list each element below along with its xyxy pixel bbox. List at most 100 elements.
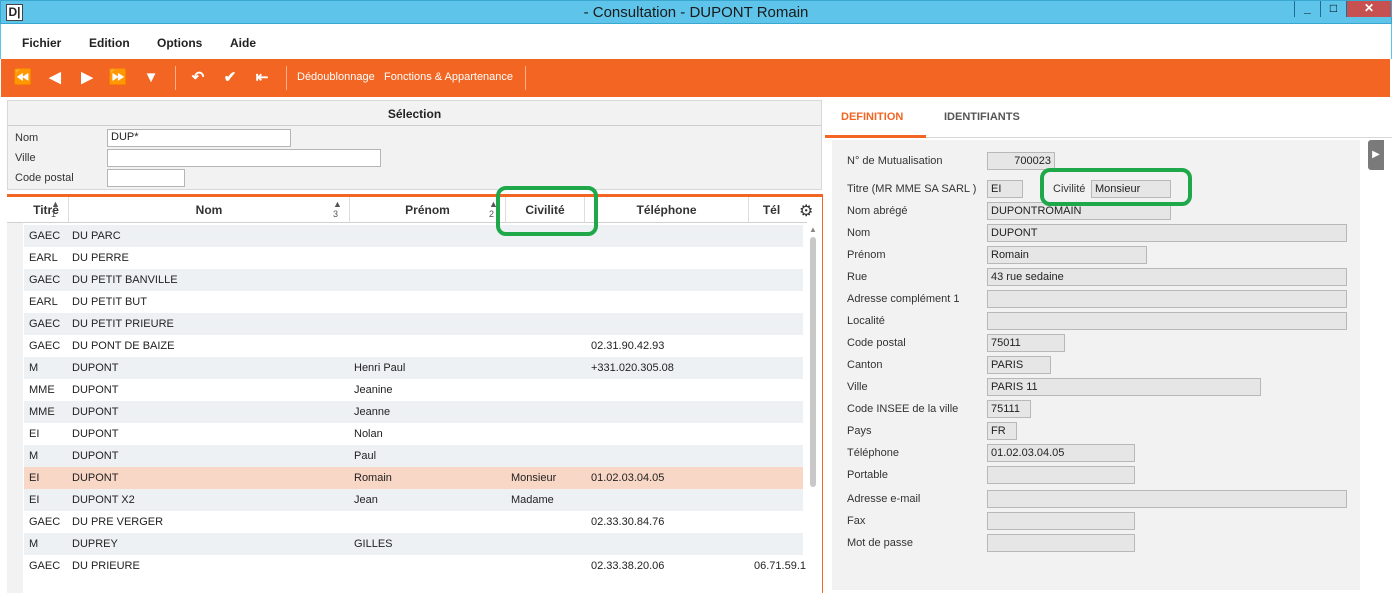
table-row[interactable]: GAEC DU PONT DE BAIZE 02.31.90.42.93 bbox=[24, 335, 803, 357]
cell-tel: 02.31.90.42.93 bbox=[591, 340, 665, 352]
rue-field[interactable]: 43 rue sedaine bbox=[987, 268, 1347, 286]
grid-scrollbar[interactable]: ▲ bbox=[808, 225, 818, 590]
table-row[interactable]: EI DUPONT X2 Jean Madame bbox=[24, 489, 803, 511]
cell-titre: GAEC bbox=[29, 318, 61, 330]
titre-field[interactable]: EI bbox=[987, 180, 1023, 198]
column-titre[interactable]: Titre bbox=[24, 197, 69, 223]
column-prenom[interactable]: Prénom bbox=[350, 197, 506, 223]
telephone-field[interactable]: 01.02.03.04.05 bbox=[987, 444, 1135, 462]
window-controls: _ □ ✕ bbox=[1294, 1, 1391, 17]
canton-label: Canton bbox=[847, 359, 883, 371]
table-row[interactable]: GAEC DU PRIEURE 02.33.38.20.06 06.71.59.1 bbox=[24, 555, 806, 577]
table-row[interactable]: M DUPREY GILLES bbox=[24, 533, 803, 555]
detail-tabs: DEFINITION IDENTIFIANTS bbox=[825, 100, 1392, 138]
scroll-up-icon[interactable]: ▲ bbox=[809, 225, 817, 234]
code-postal-label: Code postal bbox=[15, 172, 74, 184]
validate-icon[interactable]: ✔ bbox=[220, 68, 240, 88]
localite-label: Localité bbox=[847, 315, 885, 327]
cell-titre: EARL bbox=[29, 252, 58, 264]
grid-header: Titre ▲ 1 Nom ▲ 3 Prénom ▲ 2 Civilité Té… bbox=[7, 197, 813, 223]
table-row[interactable]: M DUPONT Paul bbox=[24, 445, 803, 467]
cell-titre: EI bbox=[29, 494, 40, 506]
ville-search-input[interactable] bbox=[107, 149, 381, 167]
column-nom-label: Nom bbox=[195, 203, 223, 217]
cell-nom: DUPONT bbox=[72, 406, 119, 418]
mutualisation-field[interactable]: 700023 bbox=[987, 152, 1055, 170]
localite-field[interactable] bbox=[987, 312, 1347, 330]
first-record-icon[interactable]: ⏪ bbox=[13, 68, 33, 88]
table-row[interactable]: M DUPONT Henri Paul +331.020.305.08 bbox=[24, 357, 803, 379]
minimize-button[interactable]: _ bbox=[1294, 1, 1320, 17]
nom-search-input[interactable]: DUP* bbox=[107, 129, 291, 147]
toolbar-separator bbox=[525, 66, 526, 90]
sort-order-2: 2 bbox=[489, 209, 495, 219]
fax-field[interactable] bbox=[987, 512, 1135, 530]
scroll-thumb[interactable] bbox=[810, 237, 816, 487]
email-field[interactable] bbox=[987, 490, 1347, 508]
column-telephone[interactable]: Téléphone bbox=[585, 197, 749, 223]
canton-field[interactable]: PARIS bbox=[987, 356, 1051, 374]
menu-edition[interactable]: Edition bbox=[89, 36, 130, 50]
selection-title: Sélection bbox=[387, 107, 442, 121]
code-insee-field[interactable]: 75111 bbox=[987, 400, 1031, 418]
column-nom[interactable]: Nom bbox=[69, 197, 350, 223]
menu-fichier[interactable]: Fichier bbox=[22, 36, 61, 50]
fonctions-appartenance-button[interactable]: Fonctions & Appartenance bbox=[384, 71, 513, 83]
maximize-button[interactable]: □ bbox=[1320, 1, 1346, 17]
civilite-field-highlight bbox=[1040, 168, 1192, 206]
cell-nom: DUPONT bbox=[72, 472, 119, 484]
table-row[interactable]: EI DUPONT Romain Monsieur 01.02.03.04.05 bbox=[24, 467, 803, 489]
ville-field[interactable]: PARIS 11 bbox=[987, 378, 1261, 396]
nom-label: Nom bbox=[847, 227, 871, 239]
table-row[interactable]: GAEC DU PETIT PRIEURE bbox=[24, 313, 803, 335]
cell-titre: EI bbox=[29, 428, 40, 440]
pays-field[interactable]: FR bbox=[987, 422, 1017, 440]
table-row[interactable]: GAEC DU PETIT BANVILLE bbox=[24, 269, 803, 291]
adresse-complement-field[interactable] bbox=[987, 290, 1347, 308]
prenom-field[interactable]: Romain bbox=[987, 246, 1147, 264]
cell-titre: MME bbox=[29, 406, 55, 418]
cell-prenom: Jean bbox=[354, 494, 378, 506]
cell-prenom: Jeanine bbox=[354, 384, 393, 396]
tab-definition[interactable]: DEFINITION bbox=[841, 111, 903, 123]
nom-label: Nom bbox=[15, 132, 39, 144]
cell-titre: M bbox=[29, 538, 39, 550]
cell-prenom: Jeanne bbox=[354, 406, 391, 418]
portable-label: Portable bbox=[847, 469, 888, 481]
sort-order-3: 3 bbox=[333, 209, 339, 219]
previous-record-icon[interactable]: ◀ bbox=[45, 68, 65, 88]
close-button[interactable]: ✕ bbox=[1346, 1, 1391, 17]
table-row[interactable]: MME DUPONT Jeanine bbox=[24, 379, 803, 401]
portable-field[interactable] bbox=[987, 466, 1135, 484]
cell-prenom: Nolan bbox=[354, 428, 383, 440]
cell-tel: 01.02.03.04.05 bbox=[591, 472, 665, 484]
gear-icon[interactable]: ⚙ bbox=[799, 201, 813, 221]
expand-panel-icon[interactable]: ▶ bbox=[1368, 140, 1384, 170]
menu-options[interactable]: Options bbox=[157, 36, 202, 50]
cell-nom: DU PERRE bbox=[72, 252, 129, 264]
last-record-icon[interactable]: ⏩ bbox=[108, 68, 128, 88]
cell-tel: 02.33.30.84.76 bbox=[591, 516, 665, 528]
column-tel[interactable]: Tél bbox=[749, 197, 794, 223]
code-insee-label: Code INSEE de la ville bbox=[847, 403, 959, 415]
dedoublonnage-button[interactable]: Dédoublonnage bbox=[297, 71, 375, 83]
mot-de-passe-field[interactable] bbox=[987, 534, 1135, 552]
back-to-start-icon[interactable]: ⇤ bbox=[252, 68, 272, 88]
filter-icon[interactable]: ▼ bbox=[141, 68, 161, 88]
tab-identifiants[interactable]: IDENTIFIANTS bbox=[944, 111, 1020, 123]
table-row[interactable]: MME DUPONT Jeanne bbox=[24, 401, 803, 423]
table-row[interactable]: GAEC DU PARC bbox=[24, 225, 803, 247]
table-row[interactable]: EI DUPONT Nolan bbox=[24, 423, 803, 445]
nom-field[interactable]: DUPONT bbox=[987, 224, 1347, 242]
code-postal-search-input[interactable] bbox=[107, 169, 185, 187]
toolbar-separator bbox=[286, 66, 287, 90]
cell-prenom: Paul bbox=[354, 450, 377, 462]
undo-icon[interactable]: ↶ bbox=[188, 68, 208, 88]
cell-nom: DU PARC bbox=[72, 230, 121, 242]
table-row[interactable]: EARL DU PETIT BUT bbox=[24, 291, 803, 313]
code-postal-field[interactable]: 75011 bbox=[987, 334, 1065, 352]
table-row[interactable]: EARL DU PERRE bbox=[24, 247, 803, 269]
next-record-icon[interactable]: ▶ bbox=[77, 68, 97, 88]
menu-aide[interactable]: Aide bbox=[230, 36, 256, 50]
table-row[interactable]: GAEC DU PRE VERGER 02.33.30.84.76 bbox=[24, 511, 803, 533]
